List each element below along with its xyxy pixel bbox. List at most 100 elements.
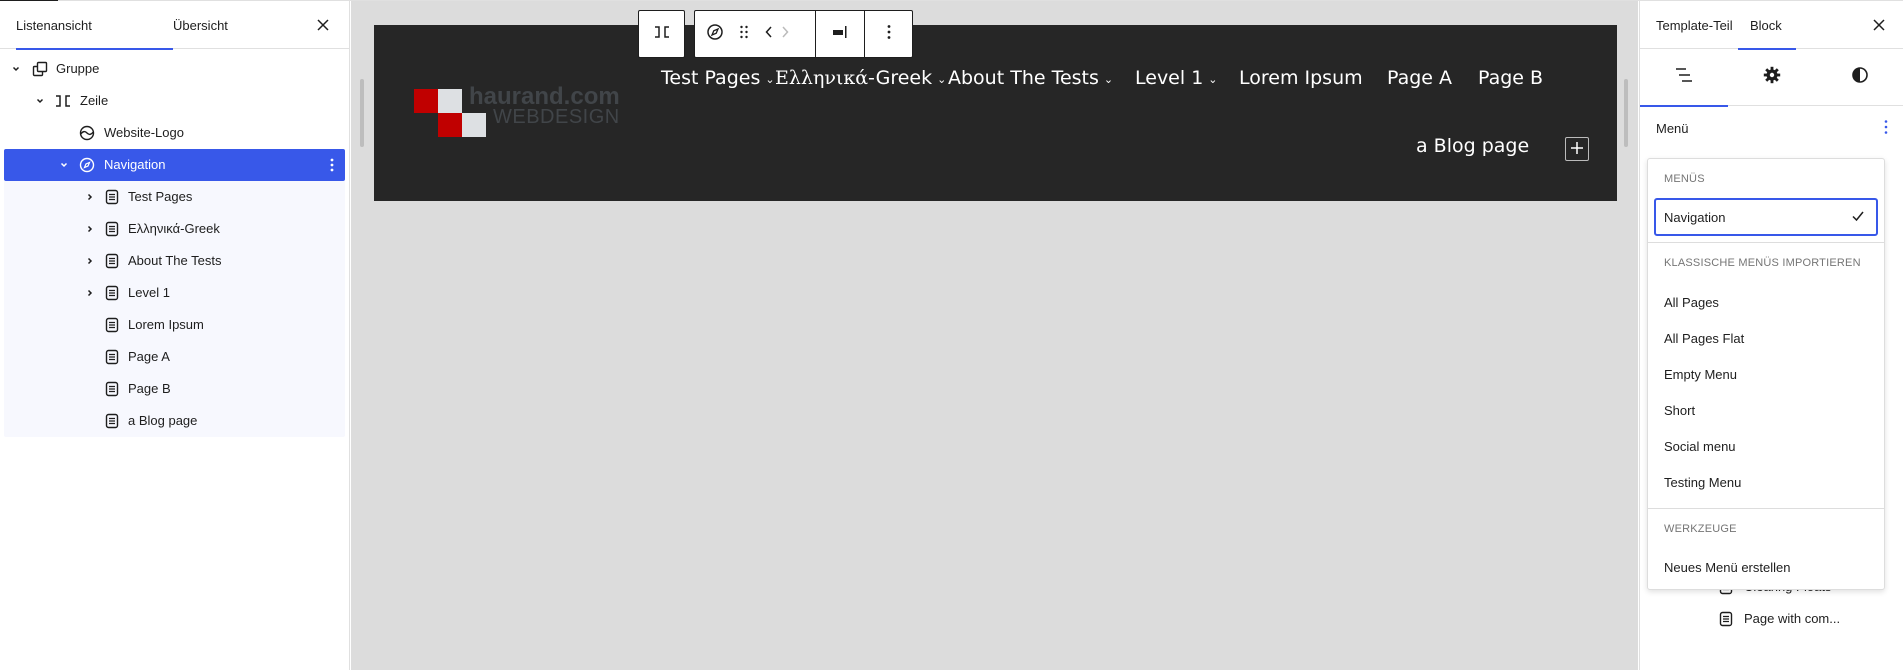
section-title-tools: Werkzeuge bbox=[1664, 523, 1737, 535]
site-logo-icon bbox=[78, 124, 96, 142]
group-icon bbox=[31, 60, 49, 78]
tree-item-label: Page B bbox=[128, 381, 171, 396]
more-options-button[interactable] bbox=[865, 11, 912, 57]
nav-item-page-b[interactable]: Page B bbox=[1478, 67, 1543, 89]
tree-item-page[interactable]: Lorem Ipsum bbox=[4, 309, 345, 341]
navigation-block: Test Pages ⌄ Ελληνικά -Greek ⌄ About The … bbox=[374, 25, 1617, 201]
canvas-scrollbar-right[interactable] bbox=[1624, 79, 1628, 147]
more-options-icon[interactable] bbox=[327, 156, 337, 174]
chevron-right-icon[interactable] bbox=[84, 191, 96, 203]
editor-canvas[interactable]: haurand.com WEBDESIGN Test Pages ⌄ Ελλην… bbox=[351, 1, 1638, 670]
list-view-panel: Listenansicht Übersicht Gruppe Zeile Web… bbox=[0, 1, 350, 670]
chevron-right-icon[interactable] bbox=[84, 287, 96, 299]
tree-item-navigation[interactable]: Navigation bbox=[4, 149, 345, 181]
nav-item-level-1[interactable]: Level 1 ⌄ bbox=[1135, 67, 1218, 89]
nav-item-greek[interactable]: Ελληνικά -Greek ⌄ bbox=[775, 67, 946, 89]
page-icon bbox=[103, 316, 121, 334]
menu-option[interactable]: Social menu bbox=[1664, 432, 1874, 460]
add-block-button[interactable] bbox=[1565, 137, 1589, 161]
divider bbox=[1648, 508, 1884, 509]
tree-item-site-logo[interactable]: Website-Logo bbox=[0, 117, 349, 149]
tab-block[interactable]: Block bbox=[1738, 1, 1796, 50]
row-icon bbox=[653, 25, 671, 44]
list-view-tabs: Listenansicht Übersicht bbox=[0, 1, 349, 50]
menu-option[interactable]: Short bbox=[1664, 396, 1874, 424]
section-title-classic-menus: Klassische Menüs importieren bbox=[1664, 257, 1861, 269]
tree-item-label: Navigation bbox=[104, 157, 166, 172]
canvas-scrollbar-left[interactable] bbox=[360, 79, 364, 147]
tree-item-page[interactable]: Page A bbox=[4, 341, 345, 373]
justify-right-button[interactable] bbox=[816, 11, 864, 57]
move-left-button[interactable] bbox=[761, 11, 777, 57]
page-icon bbox=[1717, 610, 1735, 628]
nav-item-label: a Blog page bbox=[1416, 135, 1530, 157]
tree-item-label: Level 1 bbox=[128, 285, 170, 300]
chevron-down-icon[interactable] bbox=[10, 63, 22, 75]
nav-item-label: About The Tests bbox=[948, 67, 1099, 89]
close-icon[interactable] bbox=[313, 15, 333, 35]
chevron-down-icon: ⌄ bbox=[1103, 72, 1114, 86]
navigation-icon bbox=[706, 23, 724, 46]
menu-label: Menü bbox=[1656, 121, 1689, 136]
menu-options-button[interactable] bbox=[1881, 119, 1891, 138]
tree-item-label: Lorem Ipsum bbox=[128, 317, 204, 332]
chevron-down-icon: ⌄ bbox=[1208, 72, 1218, 86]
checkmark-icon bbox=[1850, 208, 1866, 229]
page-icon bbox=[103, 348, 121, 366]
chevron-right-icon bbox=[781, 25, 789, 44]
tree-item-label: Gruppe bbox=[56, 61, 100, 76]
tree-item-page[interactable]: a Blog page bbox=[4, 405, 345, 437]
nav-item-label: Level 1 bbox=[1135, 67, 1204, 89]
list-view-icon bbox=[1674, 67, 1694, 88]
move-right-button[interactable] bbox=[777, 11, 793, 57]
chevron-down-icon[interactable] bbox=[58, 159, 70, 171]
tree-item-group[interactable]: Gruppe bbox=[0, 53, 349, 85]
sidebar-tabs: Template-Teil Block bbox=[1640, 1, 1903, 50]
create-new-menu-option[interactable]: Neues Menü erstellen bbox=[1664, 553, 1874, 581]
tree-item-page[interactable]: About The Tests bbox=[4, 245, 345, 277]
nav-item-about-the-tests[interactable]: About The Tests ⌄ bbox=[948, 67, 1113, 89]
tree-item-page[interactable]: Test Pages bbox=[4, 181, 345, 213]
tab-settings[interactable] bbox=[1728, 49, 1816, 106]
header-template-part[interactable]: haurand.com WEBDESIGN Test Pages ⌄ Ελλην… bbox=[374, 25, 1617, 201]
drag-handle[interactable] bbox=[731, 11, 757, 57]
tree-item-label: Test Pages bbox=[128, 189, 193, 204]
tree-item-row[interactable]: Zeile bbox=[0, 85, 349, 117]
tab-styles[interactable] bbox=[1816, 49, 1903, 106]
tree-item-page[interactable]: Page B bbox=[4, 373, 345, 405]
list-item[interactable]: Page with com... bbox=[1640, 603, 1903, 635]
page-icon bbox=[103, 220, 121, 238]
tab-list-view[interactable] bbox=[1640, 49, 1728, 107]
chevron-right-icon[interactable] bbox=[84, 255, 96, 267]
nav-item-lorem-ipsum[interactable]: Lorem Ipsum bbox=[1239, 67, 1363, 89]
nav-item-page-a[interactable]: Page A bbox=[1387, 67, 1452, 89]
nav-item-blog-page[interactable]: a Blog page bbox=[1416, 135, 1529, 157]
tree-item-page[interactable]: Ελληνικά-Greek bbox=[4, 213, 345, 245]
menu-option-selected[interactable]: Navigation bbox=[1654, 198, 1878, 236]
chevron-right-icon[interactable] bbox=[84, 223, 96, 235]
toolbar-main-group bbox=[694, 10, 913, 58]
nav-item-label: Test Pages bbox=[661, 67, 761, 89]
chevron-down-icon[interactable] bbox=[34, 95, 46, 107]
tab-overview[interactable]: Übersicht bbox=[173, 1, 228, 49]
select-parent-row-button[interactable] bbox=[639, 11, 684, 57]
block-type-navigation-button[interactable] bbox=[699, 11, 731, 57]
nav-item-test-pages[interactable]: Test Pages ⌄ bbox=[661, 67, 775, 89]
justify-right-icon bbox=[831, 25, 849, 44]
page-icon bbox=[103, 412, 121, 430]
nav-item-label-suffix: -Greek bbox=[868, 67, 933, 89]
close-icon[interactable] bbox=[1869, 15, 1889, 35]
nav-item-label: Lorem Ipsum bbox=[1239, 67, 1363, 89]
menu-option[interactable]: Empty Menu bbox=[1664, 360, 1874, 388]
tab-list-view[interactable]: Listenansicht bbox=[16, 1, 173, 50]
block-inspector-tabs bbox=[1640, 49, 1903, 107]
menu-option[interactable]: Testing Menu bbox=[1664, 468, 1874, 496]
menu-option[interactable]: All Pages Flat bbox=[1664, 324, 1874, 352]
page-icon bbox=[103, 188, 121, 206]
settings-gear-icon bbox=[1763, 66, 1781, 89]
plus-icon bbox=[1570, 139, 1584, 160]
tree-item-label: Website-Logo bbox=[104, 125, 184, 140]
tree-item-page[interactable]: Level 1 bbox=[4, 277, 345, 309]
menu-option[interactable]: All Pages bbox=[1664, 288, 1874, 316]
tab-template-part[interactable]: Template-Teil bbox=[1656, 1, 1733, 49]
